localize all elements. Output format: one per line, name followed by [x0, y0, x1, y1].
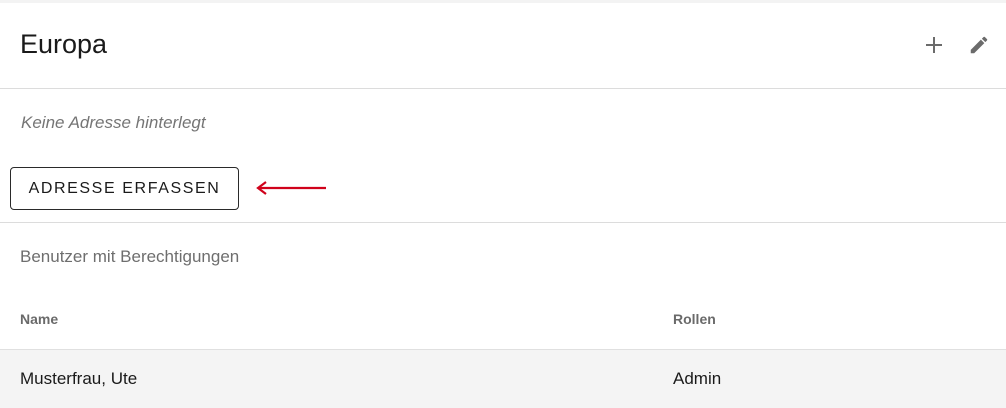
user-name-cell: Musterfrau, Ute [20, 369, 138, 388]
edit-button[interactable] [967, 33, 991, 57]
no-address-text: Keine Adresse hinterlegt [21, 113, 206, 132]
user-roles-cell: Admin [673, 369, 722, 388]
add-address-button[interactable]: ADRESSE ERFASSEN [10, 167, 239, 210]
column-header-roles[interactable]: Rollen [673, 311, 716, 327]
entity-card: Europa Keine Adresse hinterlegt ADRESSE … [0, 3, 1006, 408]
page-title: Europa [20, 29, 108, 59]
section-divider [0, 222, 1006, 223]
column-header-name[interactable]: Name [20, 311, 58, 327]
table-row[interactable]: Musterfrau, Ute Admin [0, 349, 1006, 408]
pencil-icon [970, 36, 988, 54]
plus-icon [926, 37, 942, 53]
card-header: Europa [0, 3, 1006, 89]
permissions-section-title: Benutzer mit Berechtigungen [20, 247, 240, 266]
add-button[interactable] [922, 33, 946, 57]
annotation-arrow-icon [256, 181, 326, 195]
